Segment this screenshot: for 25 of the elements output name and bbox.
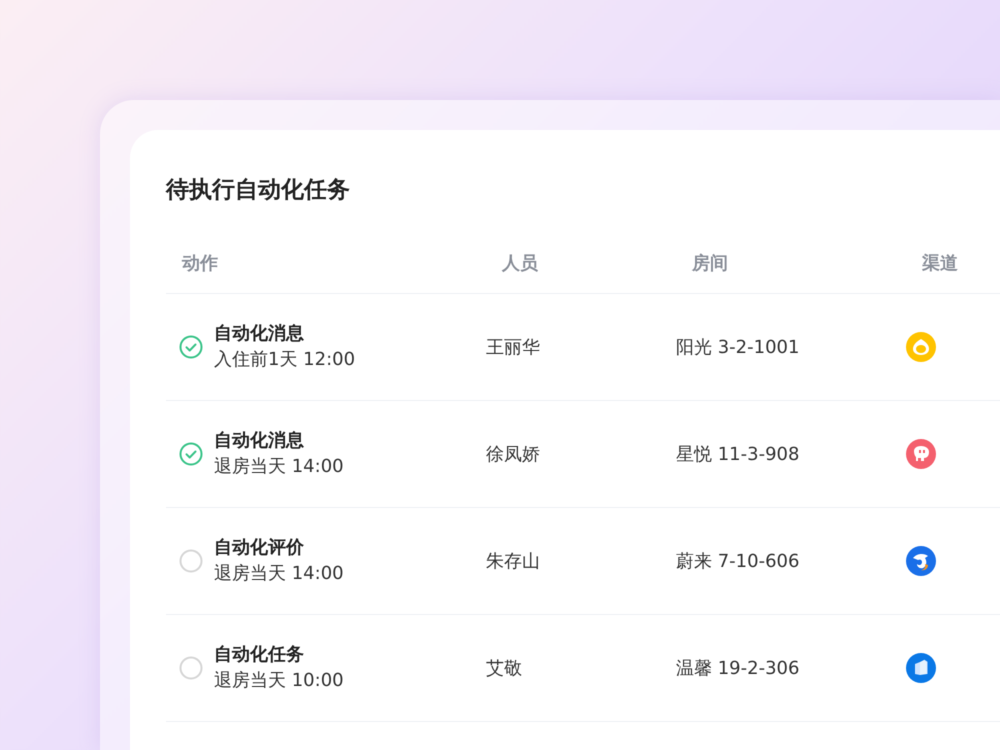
action-time: 退房当天 14:00 (214, 455, 344, 479)
column-header: 渠道 (922, 252, 958, 275)
room-number: 阳光 3-2-1001 (676, 336, 800, 359)
action-name: 自动化消息 (214, 322, 305, 346)
room-number: 星悦 11-3-908 (676, 443, 800, 466)
column-header: 人员 (502, 252, 538, 275)
check-circle-icon[interactable] (179, 335, 203, 359)
panel-title: 待执行自动化任务 (166, 176, 350, 205)
action-time: 入住前1天 12:00 (214, 348, 356, 372)
room-number: 温馨 19-2-306 (676, 657, 800, 680)
room-number: 蔚来 7-10-606 (676, 550, 800, 573)
action-time: 退房当天 10:00 (214, 669, 344, 693)
person-name: 徐凤娇 (486, 443, 540, 466)
action-time: 退房当天 14:00 (214, 562, 344, 586)
action-name: 自动化评价 (214, 536, 305, 560)
action-name: 自动化消息 (214, 429, 305, 453)
action-name: 自动化任务 (214, 643, 305, 667)
column-header: 房间 (692, 252, 728, 275)
person-name: 王丽华 (486, 336, 540, 359)
person-name: 朱存山 (486, 550, 540, 573)
person-name: 艾敬 (486, 657, 522, 680)
check-circle-icon[interactable] (179, 442, 203, 466)
empty-circle-icon[interactable] (179, 656, 203, 680)
column-header: 动作 (182, 252, 218, 275)
empty-circle-icon[interactable] (179, 549, 203, 573)
